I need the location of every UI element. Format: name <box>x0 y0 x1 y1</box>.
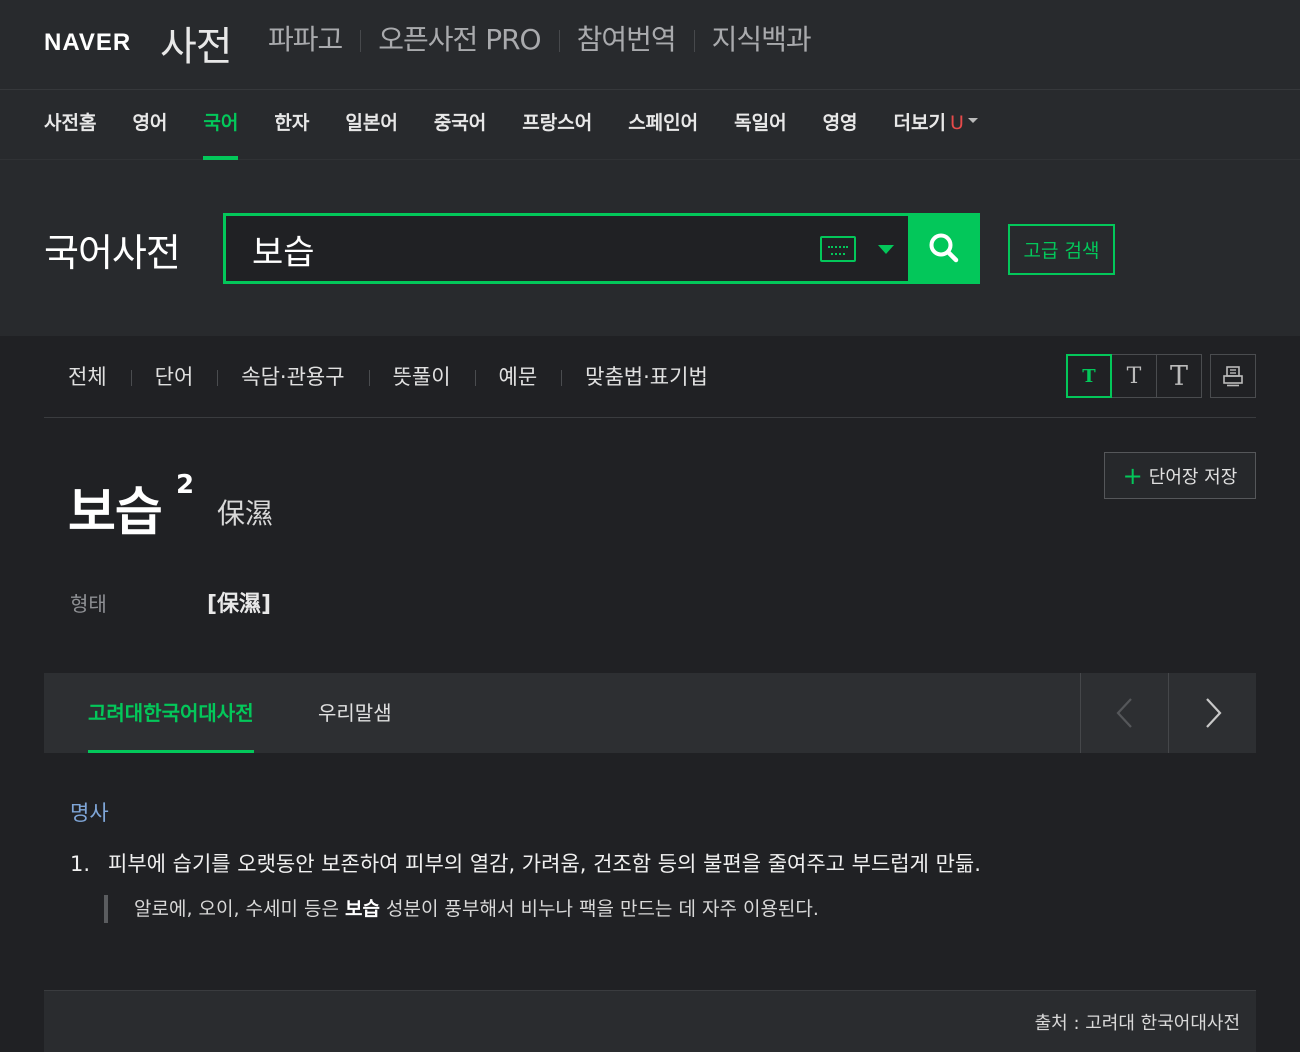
plus-icon: + <box>1122 461 1143 490</box>
lang-tab-japanese[interactable]: 일본어 <box>345 90 397 160</box>
language-nav: 사전홈 영어 국어 한자 일본어 중국어 프랑스어 스페인어 독일어 영영 더보… <box>0 90 1300 160</box>
font-size-small-button[interactable]: T <box>1066 354 1112 398</box>
lang-tab-more[interactable]: 더보기 U <box>894 90 978 160</box>
font-size-tools: T T T <box>1066 354 1256 398</box>
advanced-search-button[interactable]: 고급 검색 <box>1008 224 1115 275</box>
source-tab-korea-univ[interactable]: 고려대한국어대사전 <box>88 673 254 753</box>
result-tab-spelling[interactable]: 맞춤법·표기법 <box>561 362 732 392</box>
example-text-after: 성분이 풍부해서 비누나 팩을 만드는 데 자주 이용된다. <box>380 898 819 920</box>
font-size-large-button[interactable]: T <box>1156 354 1202 398</box>
next-button[interactable] <box>1168 673 1256 753</box>
naver-logo[interactable]: NAVER <box>44 29 131 57</box>
lang-tab-chinese[interactable]: 중국어 <box>434 90 486 160</box>
prev-button[interactable] <box>1080 673 1168 753</box>
save-button-label: 단어장 저장 <box>1148 466 1238 488</box>
lang-tab-hanja[interactable]: 한자 <box>274 90 309 160</box>
source-tabs: 고려대한국어대사전 우리말샘 <box>44 673 1256 753</box>
service-link-papago[interactable]: 파파고 <box>250 22 360 58</box>
service-links: 파파고 오픈사전 PRO 참여번역 지식백과 <box>250 22 829 58</box>
entry-hanja: 保濕 <box>217 497 274 530</box>
lang-tab-spanish[interactable]: 스페인어 <box>628 90 698 160</box>
meaning-item: 1. 피부에 습기를 오랫동안 보존하여 피부의 열감, 가려움, 건조함 등의 … <box>70 848 981 878</box>
lang-tab-english-english[interactable]: 영영 <box>823 90 858 160</box>
source-bar: 출처 : 고려대 한국어대사전 <box>44 990 1256 1052</box>
search-box <box>223 213 911 284</box>
example-sentence: 알로에, 오이, 수세미 등은 보습 성분이 풍부해서 비누나 팩을 만드는 데… <box>104 895 819 923</box>
form-label: 형태 <box>70 592 107 616</box>
search-input[interactable] <box>252 224 812 274</box>
search-area: 국어사전 고급 검색 <box>0 160 1300 336</box>
result-tabs: 전체 단어 속담·관용구 뜻풀이 예문 맞춤법·표기법 T T T <box>44 336 1256 418</box>
lang-tab-korean[interactable]: 국어 <box>203 90 238 160</box>
service-link-translation[interactable]: 참여번역 <box>558 22 694 58</box>
lang-tab-french[interactable]: 프랑스어 <box>522 90 592 160</box>
entry-word: 보습 <box>68 483 163 543</box>
result-tab-meaning[interactable]: 뜻풀이 <box>368 362 475 392</box>
print-icon <box>1223 366 1243 387</box>
font-size-medium-button[interactable]: T <box>1111 354 1157 398</box>
lang-tab-german[interactable]: 독일어 <box>734 90 786 160</box>
page-title: 국어사전 <box>44 231 181 275</box>
meaning-number: 1. <box>70 852 91 876</box>
print-button[interactable] <box>1210 354 1256 398</box>
lang-tab-english[interactable]: 영어 <box>132 90 167 160</box>
entry-homonym-number: 2 <box>176 470 195 500</box>
result-tab-idiom[interactable]: 속담·관용구 <box>217 362 368 392</box>
more-label: 더보기 <box>893 112 946 134</box>
part-of-speech: 명사 <box>70 801 109 825</box>
search-button[interactable] <box>908 213 980 284</box>
source-tab-urimalsaem[interactable]: 우리말샘 <box>318 673 392 753</box>
chevron-left-icon <box>1116 698 1132 728</box>
more-mark: U <box>949 112 964 134</box>
dropdown-arrow-icon[interactable] <box>878 245 894 254</box>
top-bar: NAVER 사전 파파고 오픈사전 PRO 참여번역 지식백과 <box>0 0 1300 90</box>
source-credit: 출처 : 고려대 한국어대사전 <box>1034 1013 1240 1034</box>
form-value: [保濕] <box>207 592 272 617</box>
lang-tab-home[interactable]: 사전홈 <box>44 90 96 160</box>
example-highlight: 보습 <box>345 898 381 920</box>
result-tab-example[interactable]: 예문 <box>474 362 562 392</box>
example-text-before: 알로에, 오이, 수세미 등은 <box>134 898 346 920</box>
result-tab-all[interactable]: 전체 <box>44 362 131 392</box>
search-icon <box>929 233 959 263</box>
meaning-definition: 피부에 습기를 오랫동안 보존하여 피부의 열감, 가려움, 건조함 등의 불편… <box>108 852 981 876</box>
service-link-open-dict[interactable]: 오픈사전 PRO <box>360 22 558 58</box>
service-link-encyclopedia[interactable]: 지식백과 <box>693 22 829 58</box>
keyboard-icon[interactable] <box>820 236 856 262</box>
dictionary-brand[interactable]: 사전 <box>160 14 233 72</box>
caret-down-icon <box>967 118 978 123</box>
chevron-right-icon <box>1206 698 1222 728</box>
save-to-wordbook-button[interactable]: + 단어장 저장 <box>1104 452 1256 499</box>
result-tab-word[interactable]: 단어 <box>130 362 218 392</box>
